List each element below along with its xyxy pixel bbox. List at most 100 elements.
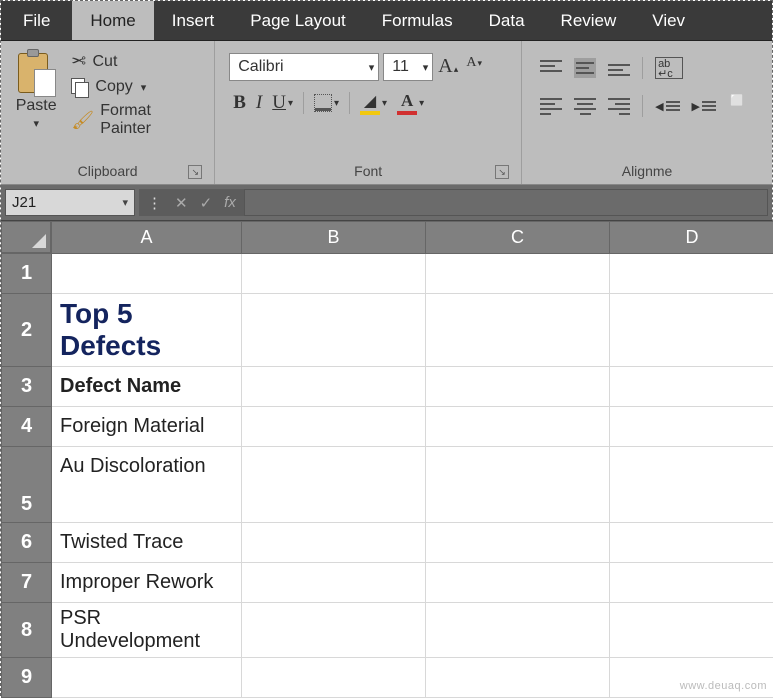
cell[interactable] [242, 407, 426, 447]
col-header-D[interactable]: D [610, 222, 773, 254]
cell[interactable]: Defect Name [52, 367, 242, 407]
col-header-C[interactable]: C [426, 222, 610, 254]
font-color-icon: A [397, 91, 417, 115]
chevron-down-icon[interactable]: ▾ [334, 98, 339, 109]
paste-button[interactable]: Paste ▾ [9, 47, 63, 161]
cut-button[interactable]: ✂ Cut [71, 51, 202, 72]
cancel-button[interactable]: ✕ [175, 194, 188, 212]
cell[interactable]: Improper Rework [52, 563, 242, 603]
row-header[interactable]: 6 [2, 523, 52, 563]
formula-bar: J21 ▾ ⋮ ✕ ✓ fx [1, 185, 772, 221]
cell[interactable] [52, 254, 242, 294]
tab-page-layout[interactable]: Page Layout [232, 1, 363, 40]
cell[interactable] [426, 407, 610, 447]
font-size-combo[interactable]: 11 ▾ [383, 53, 433, 81]
cell[interactable] [242, 254, 426, 294]
decrease-font-button[interactable]: A▾ [463, 55, 485, 79]
align-middle-button[interactable] [574, 58, 596, 78]
align-center-button[interactable] [574, 98, 596, 115]
tab-view[interactable]: Viev [634, 1, 703, 40]
row-header[interactable]: 3 [2, 367, 52, 407]
cell[interactable] [242, 294, 426, 367]
cell[interactable] [242, 563, 426, 603]
chevron-down-icon[interactable]: ▾ [382, 98, 387, 109]
cell[interactable] [610, 447, 773, 523]
cell[interactable]: Twisted Trace [52, 523, 242, 563]
cell[interactable] [242, 658, 426, 698]
row-header[interactable]: 5 [2, 447, 52, 523]
row-header[interactable]: 1 [2, 254, 52, 294]
fx-button[interactable]: fx [224, 194, 236, 211]
col-header-A[interactable]: A [52, 222, 242, 254]
chevron-down-icon[interactable]: ▾ [33, 117, 39, 130]
select-all-corner[interactable] [1, 221, 51, 253]
cell[interactable] [426, 254, 610, 294]
cell[interactable] [52, 658, 242, 698]
cell[interactable]: Top 5 Defects [52, 294, 242, 367]
cell[interactable] [426, 294, 610, 367]
cell[interactable]: Au Discoloration [52, 447, 242, 523]
cell[interactable] [610, 563, 773, 603]
chevron-down-icon[interactable]: ▾ [423, 61, 429, 74]
chevron-down-icon[interactable]: ▾ [122, 196, 128, 209]
wrap-text-button[interactable]: ab↵c [655, 57, 683, 79]
col-header-B[interactable]: B [242, 222, 426, 254]
cell[interactable] [242, 367, 426, 407]
row-header[interactable]: 7 [2, 563, 52, 603]
decrease-indent-button[interactable]: ◀ [655, 100, 679, 113]
tab-data[interactable]: Data [471, 1, 543, 40]
cell[interactable] [426, 447, 610, 523]
name-box[interactable]: J21 ▾ [5, 189, 135, 216]
chevron-down-icon[interactable]: ▾ [288, 98, 293, 109]
align-top-button[interactable] [540, 58, 562, 78]
cell[interactable] [426, 523, 610, 563]
italic-button[interactable]: I [256, 92, 262, 114]
cell[interactable] [242, 603, 426, 658]
tab-review[interactable]: Review [543, 1, 635, 40]
cell[interactable] [242, 447, 426, 523]
cell[interactable] [610, 254, 773, 294]
dialog-launcher-clipboard[interactable]: ↘ [188, 165, 202, 179]
increase-font-button[interactable]: A▴ [437, 55, 459, 79]
cell[interactable]: Foreign Material [52, 407, 242, 447]
increase-indent-button[interactable]: ▶ [692, 100, 716, 113]
cell[interactable] [426, 563, 610, 603]
enter-button[interactable]: ✓ [200, 194, 213, 212]
chevron-down-icon[interactable]: ▾ [369, 61, 375, 74]
align-right-button[interactable] [608, 98, 630, 115]
cell[interactable] [610, 603, 773, 658]
dialog-launcher-font[interactable]: ↘ [495, 165, 509, 179]
cell[interactable] [242, 523, 426, 563]
row-header[interactable]: 9 [2, 658, 52, 698]
chevron-down-icon[interactable]: ▾ [419, 98, 424, 109]
tab-insert[interactable]: Insert [154, 1, 233, 40]
cell[interactable] [426, 603, 610, 658]
align-bottom-button[interactable] [608, 58, 630, 78]
chevron-down-icon[interactable]: ▾ [141, 81, 147, 94]
bold-button[interactable]: B [233, 92, 246, 114]
tab-file[interactable]: File [1, 1, 72, 40]
font-name-combo[interactable]: Calibri ▾ [229, 53, 379, 81]
row-header[interactable]: 8 [2, 603, 52, 658]
merge-button[interactable]: ⬜ [728, 95, 756, 117]
format-painter-button[interactable]: 🖌 Format Painter [71, 102, 202, 138]
more-icon[interactable]: ⋮ [147, 194, 163, 212]
font-color-button[interactable]: A ▾ [397, 91, 424, 115]
copy-button[interactable]: Copy ▾ [71, 78, 202, 96]
cell[interactable] [426, 658, 610, 698]
align-left-button[interactable] [540, 98, 562, 115]
fill-color-button[interactable]: ◢ ▾ [360, 91, 387, 115]
cell[interactable] [610, 294, 773, 367]
underline-button[interactable]: U ▾ [272, 92, 293, 114]
cell[interactable] [610, 523, 773, 563]
cell[interactable] [610, 367, 773, 407]
border-button[interactable]: ▾ [314, 94, 339, 112]
row-header[interactable]: 2 [2, 294, 52, 367]
cell[interactable] [610, 407, 773, 447]
cell[interactable]: PSR Undevelopment [52, 603, 242, 658]
formula-input[interactable] [244, 189, 768, 216]
cell[interactable] [426, 367, 610, 407]
tab-formulas[interactable]: Formulas [364, 1, 471, 40]
tab-home[interactable]: Home [72, 1, 153, 40]
row-header[interactable]: 4 [2, 407, 52, 447]
